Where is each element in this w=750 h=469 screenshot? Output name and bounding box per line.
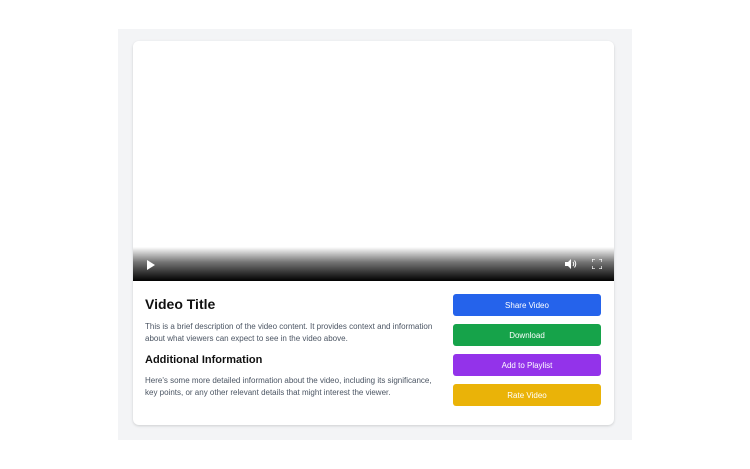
action-buttons: Share Video Download Add to Playlist Rat… bbox=[453, 294, 601, 414]
play-icon[interactable] bbox=[147, 260, 155, 270]
volume-icon[interactable] bbox=[565, 259, 577, 269]
additional-info-title: Additional Information bbox=[145, 354, 263, 366]
fullscreen-icon[interactable] bbox=[592, 259, 602, 269]
video-title: Video Title bbox=[145, 296, 216, 312]
share-video-button[interactable]: Share Video bbox=[453, 294, 601, 316]
rate-video-button[interactable]: Rate Video bbox=[453, 384, 601, 406]
video-info: Video Title This is a brief description … bbox=[145, 295, 445, 399]
video-controls-bar bbox=[133, 247, 614, 281]
video-description: This is a brief description of the video… bbox=[145, 322, 433, 343]
download-button[interactable]: Download bbox=[453, 324, 601, 346]
add-to-playlist-button[interactable]: Add to Playlist bbox=[453, 354, 601, 376]
additional-info-text: Here's some more detailed information ab… bbox=[145, 376, 432, 397]
video-player[interactable] bbox=[133, 41, 614, 281]
video-card: Video Title This is a brief description … bbox=[133, 41, 614, 425]
